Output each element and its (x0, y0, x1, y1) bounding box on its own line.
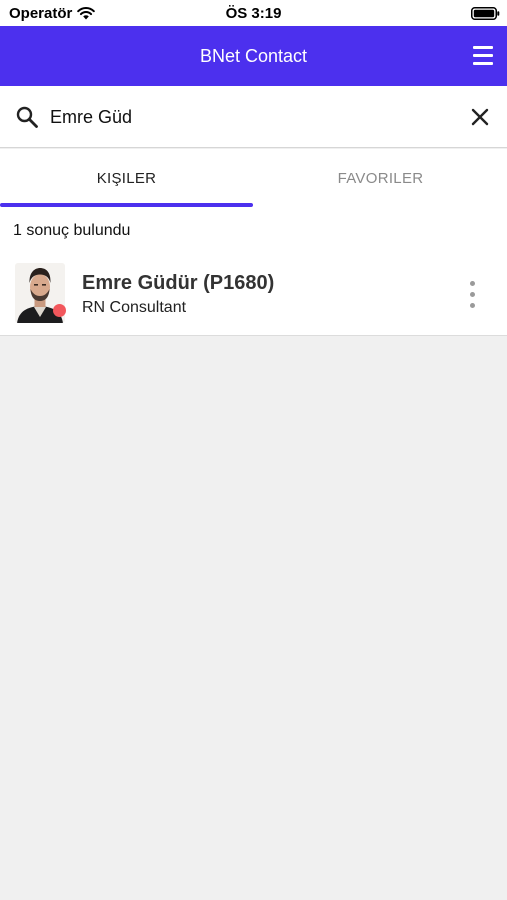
app-title: BNet Contact (199, 46, 308, 66)
result-count: 1 sonuç bulundu (13, 222, 131, 239)
more-options-button[interactable] (460, 278, 484, 312)
menu-button[interactable] (466, 40, 498, 72)
contact-job-title: RN Consultant (82, 299, 187, 316)
tab-label: FAVORILER (337, 170, 424, 187)
search-icon (16, 106, 38, 128)
tab-label: KIŞILER (96, 170, 157, 187)
active-tab-indicator (0, 203, 253, 207)
close-icon[interactable] (466, 103, 494, 131)
empty-content-area (0, 337, 507, 900)
tab-favoriler[interactable]: FAVORILER (254, 149, 507, 208)
tab-kisiler[interactable]: KIŞILER (0, 149, 253, 208)
results-list: 1 sonuç bulundu Emre Güdür (P1680) RN Co… (0, 208, 507, 336)
app-bar: BNet Contact (0, 26, 507, 86)
search-bar (0, 86, 507, 148)
contact-name: Emre Güdür (P1680) (82, 272, 275, 294)
carrier-label: Operatör (9, 5, 73, 22)
contact-list-item[interactable]: Emre Güdür (P1680) RN Consultant (0, 256, 507, 335)
search-input[interactable] (50, 102, 440, 132)
presence-status-dot (53, 304, 66, 317)
battery-icon (471, 7, 500, 20)
tab-bar: KIŞILER FAVORILER (0, 149, 507, 208)
status-bar: Operatör ÖS 3:19 (0, 0, 507, 26)
wifi-icon (77, 7, 95, 20)
